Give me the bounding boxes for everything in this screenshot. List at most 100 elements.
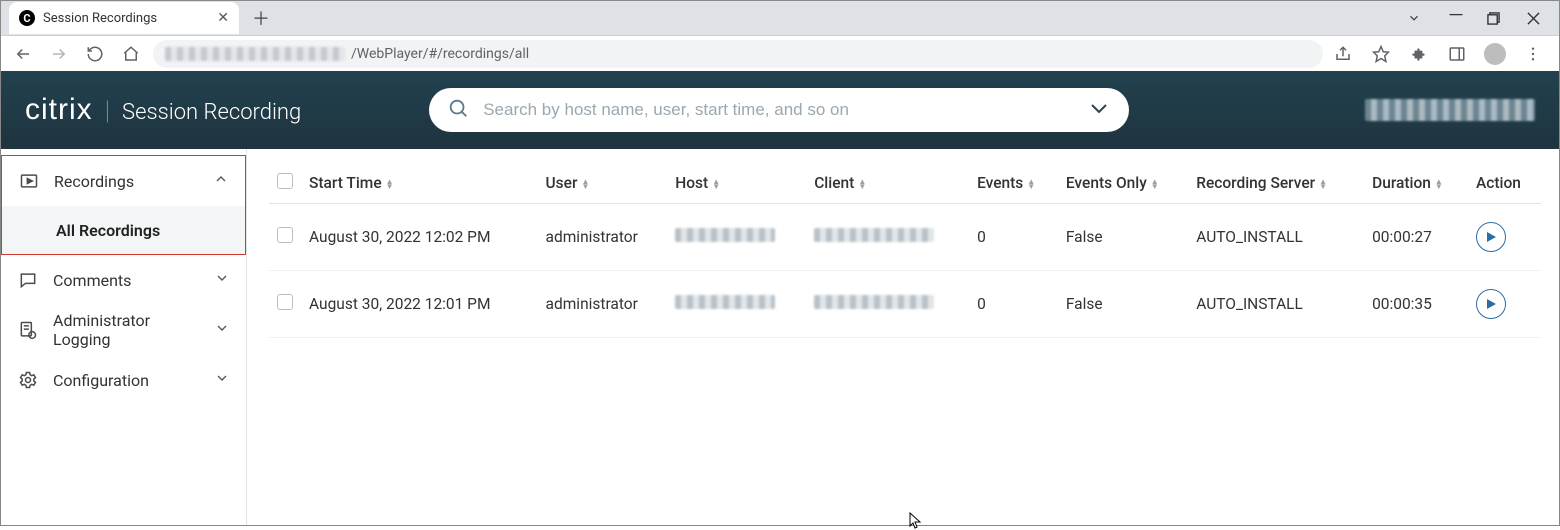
sort-icon: ▲▼	[712, 179, 720, 189]
col-action: Action	[1468, 163, 1541, 204]
favicon-icon: C	[19, 10, 35, 26]
col-label: Recording Server	[1196, 174, 1315, 192]
sort-icon: ▲▼	[1319, 179, 1327, 189]
col-recording-server[interactable]: Recording Server ▲▼	[1188, 163, 1364, 204]
brand-logo: citrix	[25, 93, 93, 127]
address-bar: /WebPlayer/#/recordings/all	[1, 35, 1559, 71]
table-row[interactable]: August 30, 2022 12:02 PM administrator 0…	[269, 204, 1541, 271]
col-start-time[interactable]: Start Time▲▼	[301, 163, 538, 204]
admin-log-icon	[17, 320, 39, 340]
sidebar: Recordings All Recordings Comments Admin…	[1, 149, 247, 525]
cell-recording-server: AUTO_INSTALL	[1188, 204, 1364, 271]
gear-icon	[17, 370, 39, 390]
cell-client	[806, 271, 969, 338]
forward-button[interactable]	[45, 40, 73, 68]
chevron-up-icon	[213, 171, 229, 191]
chevron-down-icon	[214, 320, 230, 340]
redacted	[675, 295, 775, 309]
main-area: Recordings All Recordings Comments Admin…	[1, 149, 1559, 525]
profile-avatar-icon[interactable]	[1483, 42, 1507, 66]
col-user[interactable]: User▲▼	[538, 163, 668, 204]
table-header-row: Start Time▲▼ User▲▼ Host▲▼ Client▲▼ Even…	[269, 163, 1541, 204]
sort-icon: ▲▼	[1027, 179, 1035, 189]
cell-start-time: August 30, 2022 12:01 PM	[301, 271, 538, 338]
redacted	[675, 228, 775, 242]
sidebar-item-label: Comments	[53, 271, 200, 290]
sidebar-item-recordings[interactable]: Recordings	[2, 156, 245, 206]
cell-recording-server: AUTO_INSTALL	[1188, 271, 1364, 338]
sidebar-item-admin-logging[interactable]: Administrator Logging	[1, 305, 246, 355]
cell-events: 0	[969, 271, 1058, 338]
back-button[interactable]	[9, 40, 37, 68]
col-duration[interactable]: Duration▲▼	[1364, 163, 1468, 204]
sidebar-item-comments[interactable]: Comments	[1, 255, 246, 305]
sidebar-subitem-all-recordings[interactable]: All Recordings	[2, 206, 245, 254]
col-label: Events Only	[1066, 174, 1147, 192]
comment-icon	[17, 270, 39, 290]
col-label: User	[546, 174, 578, 192]
browser-chrome: C Session Recordings ✕ ＋ ─	[1, 1, 1559, 71]
extensions-icon[interactable]	[1407, 42, 1431, 66]
home-button[interactable]	[117, 40, 145, 68]
play-button[interactable]	[1476, 289, 1506, 319]
brand: citrix | Session Recording	[25, 93, 301, 127]
close-tab-icon[interactable]: ✕	[217, 10, 229, 26]
tab-title: Session Recordings	[43, 11, 209, 26]
window-close-icon[interactable]	[1527, 12, 1545, 25]
sort-icon: ▲▼	[1151, 179, 1159, 189]
cell-events-only: False	[1058, 204, 1188, 271]
url-host-redacted	[165, 47, 345, 61]
tab-bar: C Session Recordings ✕ ＋ ─	[1, 1, 1559, 35]
table-row[interactable]: August 30, 2022 12:01 PM administrator 0…	[269, 271, 1541, 338]
side-panel-icon[interactable]	[1445, 42, 1469, 66]
header-user-redacted	[1365, 99, 1535, 121]
window-controls: ─	[1407, 8, 1545, 29]
brand-separator: |	[105, 96, 110, 126]
play-square-icon	[18, 171, 40, 191]
col-label: Start Time	[309, 174, 382, 192]
new-tab-button[interactable]: ＋	[247, 4, 275, 32]
search-dropdown-icon[interactable]	[1087, 96, 1111, 124]
sidebar-item-configuration[interactable]: Configuration	[1, 355, 246, 405]
cell-duration: 00:00:35	[1364, 271, 1468, 338]
app-header: citrix | Session Recording	[1, 71, 1559, 149]
window-minimize-icon[interactable]: ─	[1447, 4, 1465, 25]
play-button[interactable]	[1476, 222, 1506, 252]
search-icon	[447, 97, 469, 123]
col-label: Host	[675, 174, 708, 192]
row-checkbox[interactable]	[277, 294, 293, 310]
redacted	[814, 228, 934, 242]
cell-events: 0	[969, 204, 1058, 271]
sidebar-subitem-label: All Recordings	[56, 221, 160, 240]
url-bar[interactable]: /WebPlayer/#/recordings/all	[153, 40, 1323, 68]
app-title: Session Recording	[122, 100, 301, 125]
browser-tab[interactable]: C Session Recordings ✕	[9, 2, 239, 34]
sidebar-item-label: Recordings	[54, 172, 199, 191]
url-path: /WebPlayer/#/recordings/all	[351, 46, 529, 62]
chevron-down-icon	[214, 370, 230, 390]
content-area: Start Time▲▼ User▲▼ Host▲▼ Client▲▼ Even…	[247, 149, 1559, 525]
row-checkbox[interactable]	[277, 227, 293, 243]
tab-dropdown-icon[interactable]	[1407, 11, 1425, 25]
col-client[interactable]: Client▲▼	[806, 163, 969, 204]
chevron-down-icon	[214, 270, 230, 290]
sidebar-item-label: Configuration	[53, 371, 200, 390]
global-search[interactable]	[429, 88, 1129, 132]
col-host[interactable]: Host ▲▼	[667, 163, 806, 204]
cell-events-only: False	[1058, 271, 1188, 338]
cell-start-time: August 30, 2022 12:02 PM	[301, 204, 538, 271]
search-input[interactable]	[483, 100, 1087, 120]
cell-duration: 00:00:27	[1364, 204, 1468, 271]
share-icon[interactable]	[1331, 42, 1355, 66]
select-all-checkbox[interactable]	[277, 173, 293, 189]
cell-action	[1468, 204, 1541, 271]
window-maximize-icon[interactable]	[1487, 12, 1505, 25]
reload-button[interactable]	[81, 40, 109, 68]
col-events[interactable]: Events▲▼	[969, 163, 1058, 204]
col-events-only[interactable]: Events Only ▲▼	[1058, 163, 1188, 204]
kebab-menu-icon[interactable]	[1521, 42, 1545, 66]
redacted	[814, 295, 934, 309]
cell-client	[806, 204, 969, 271]
bookmark-star-icon[interactable]	[1369, 42, 1393, 66]
cell-action	[1468, 271, 1541, 338]
